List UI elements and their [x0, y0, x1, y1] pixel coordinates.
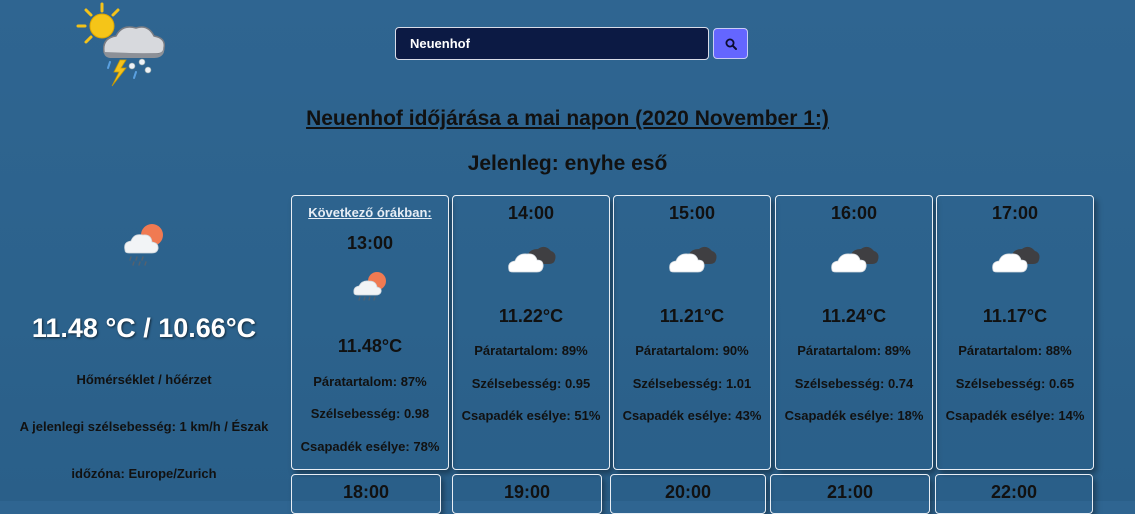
- weather-logo-icon: [76, 2, 166, 87]
- humidity-label: Páratartalom:: [635, 343, 720, 358]
- forecast-card-1500: 15:00 11.21°C Páratartalom: 90% Szélsebe…: [613, 195, 771, 470]
- forecast-card-2200: 22:00: [935, 474, 1093, 514]
- forecast-time: 14:00: [507, 203, 555, 223]
- forecast-time: 15:00: [668, 203, 716, 223]
- wind-value: 1.01: [725, 376, 752, 391]
- forecast-precip: Csapadék esélye: 14%: [937, 408, 1093, 423]
- cloud-icon: [508, 246, 556, 273]
- forecast-time: 16:00: [830, 203, 878, 223]
- forecast-wind: Szélsebesség: 1.01: [614, 376, 770, 391]
- forecast-humidity: Páratartalom: 90%: [614, 343, 770, 358]
- cloud-icon: [669, 246, 717, 273]
- search-icon: [725, 38, 737, 50]
- current-weather-icon: [124, 224, 163, 266]
- forecast-humidity: Páratartalom: 89%: [453, 343, 609, 358]
- humidity-label: Páratartalom:: [958, 343, 1043, 358]
- wind-value: 0.95: [564, 376, 591, 391]
- current-temperature: 11.48 °C / 10.66°C: [31, 313, 257, 343]
- precip-value: 14%: [1058, 408, 1085, 423]
- precip-label: Csapadék esélye:: [461, 408, 571, 423]
- wind-value: 0.65: [1048, 376, 1075, 391]
- forecast-card-1800: 18:00: [291, 474, 441, 514]
- wind-label: Szélsebesség:: [632, 376, 723, 391]
- page-title: Neuenhof időjárása a mai napon (2020 Nov…: [306, 107, 829, 130]
- forecast-precip: Csapadék esélye: 51%: [453, 408, 609, 423]
- search-input[interactable]: [395, 27, 709, 60]
- forecast-time: 19:00: [503, 482, 551, 502]
- forecast-card-2000: 20:00: [610, 474, 766, 514]
- forecast-humidity: Páratartalom: 88%: [937, 343, 1093, 358]
- current-wind: A jelenlegi szélsebesség: 1 km/h / Észak: [19, 419, 269, 434]
- forecast-wind: Szélsebesség: 0.95: [453, 376, 609, 391]
- cloud-icon: [992, 246, 1040, 273]
- precip-value: 78%: [413, 439, 440, 454]
- forecast-card-1400: 14:00 11.22°C Páratartalom: 89% Szélsebe…: [452, 195, 610, 470]
- wind-label: Szélsebesség:: [794, 376, 885, 391]
- forecast-time: 13:00: [346, 233, 394, 253]
- cloud-icon: [831, 246, 879, 273]
- precip-label: Csapadék esélye:: [945, 408, 1055, 423]
- humidity-label: Páratartalom:: [797, 343, 882, 358]
- next-hours-label: Következő órákban:: [308, 205, 432, 220]
- forecast-wind: Szélsebesség: 0.98: [292, 406, 448, 421]
- forecast-humidity: Páratartalom: 89%: [776, 343, 932, 358]
- forecast-card-1700: 17:00 11.17°C Páratartalom: 88% Szélsebe…: [936, 195, 1094, 470]
- search-button[interactable]: [713, 28, 748, 59]
- current-condition: Jelenleg: enyhe eső: [467, 152, 668, 175]
- wind-label: Szélsebesség:: [955, 376, 1046, 391]
- wind-value: 0.74: [887, 376, 914, 391]
- humidity-value: 89%: [561, 343, 588, 358]
- forecast-time: 22:00: [990, 482, 1038, 502]
- forecast-temperature: 11.48°C: [337, 336, 403, 356]
- forecast-time: 20:00: [664, 482, 712, 502]
- precip-value: 18%: [897, 408, 924, 423]
- forecast-temperature: 11.17°C: [982, 306, 1048, 326]
- precip-label: Csapadék esélye:: [300, 439, 410, 454]
- timezone: időzóna: Europe/Zurich: [71, 466, 217, 481]
- forecast-temperature: 11.21°C: [659, 306, 725, 326]
- precip-value: 43%: [735, 408, 762, 423]
- forecast-wind: Szélsebesség: 0.74: [776, 376, 932, 391]
- wind-label: Szélsebesség:: [310, 406, 401, 421]
- forecast-humidity: Páratartalom: 87%: [292, 374, 448, 389]
- forecast-precip: Csapadék esélye: 78%: [292, 439, 448, 454]
- humidity-value: 89%: [884, 343, 911, 358]
- humidity-value: 90%: [722, 343, 749, 358]
- humidity-label: Páratartalom:: [313, 374, 398, 389]
- temperature-caption: Hőmérséklet / hőérzet: [76, 372, 212, 387]
- forecast-precip: Csapadék esélye: 18%: [776, 408, 932, 423]
- humidity-label: Páratartalom:: [474, 343, 559, 358]
- humidity-value: 87%: [400, 374, 427, 389]
- wind-label: Szélsebesség:: [471, 376, 562, 391]
- precip-label: Csapadék esélye:: [784, 408, 894, 423]
- precip-value: 51%: [574, 408, 601, 423]
- precip-label: Csapadék esélye:: [622, 408, 732, 423]
- forecast-precip: Csapadék esélye: 43%: [614, 408, 770, 423]
- forecast-temperature: 11.22°C: [498, 306, 564, 326]
- forecast-card-1600: 16:00 11.24°C Páratartalom: 89% Szélsebe…: [775, 195, 933, 470]
- wind-value: 0.98: [403, 406, 430, 421]
- humidity-value: 88%: [1045, 343, 1072, 358]
- forecast-card-1300: Következő órákban: 13:00 11.48°C Páratar…: [291, 195, 449, 470]
- forecast-time: 21:00: [826, 482, 874, 502]
- forecast-time: 18:00: [342, 482, 390, 502]
- forecast-card-1900: 19:00: [452, 474, 602, 514]
- forecast-card-2100: 21:00: [770, 474, 930, 514]
- forecast-time: 17:00: [991, 203, 1039, 223]
- forecast-wind: Szélsebesség: 0.65: [937, 376, 1093, 391]
- sun-cloud-rain-icon: [353, 272, 386, 301]
- forecast-temperature: 11.24°C: [821, 306, 887, 326]
